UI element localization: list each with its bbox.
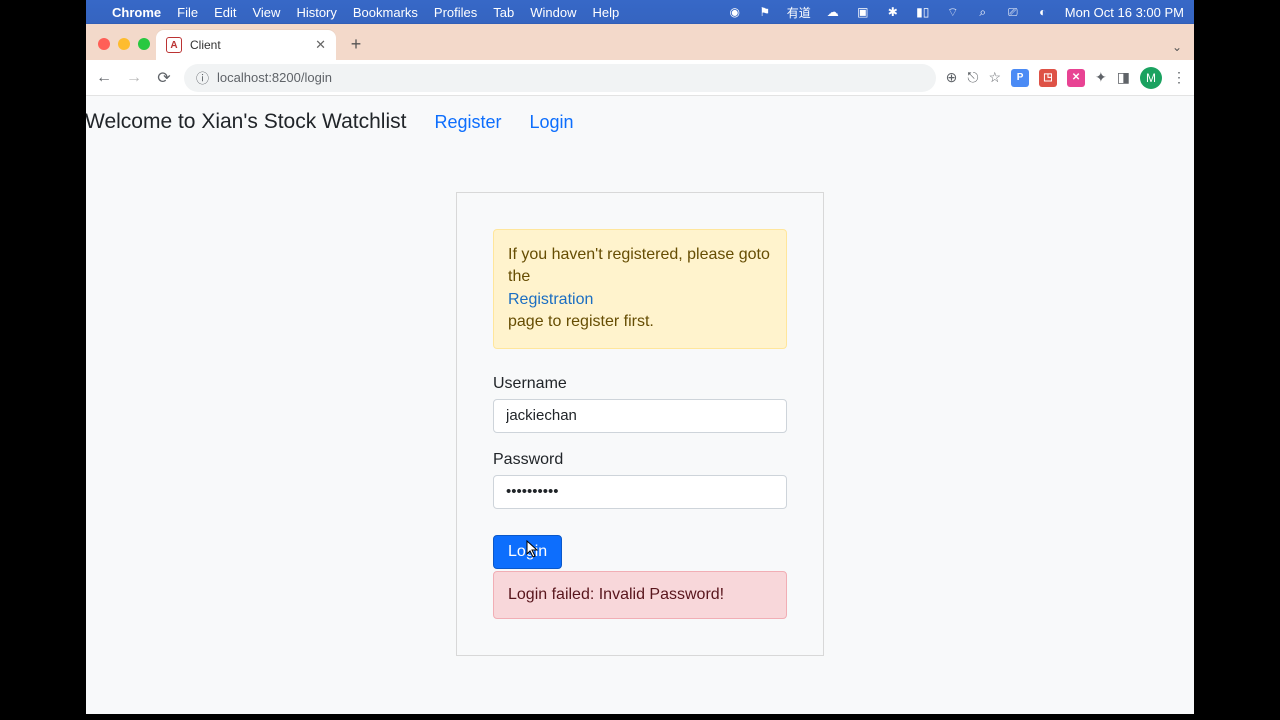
menu-edit[interactable]: Edit [214, 5, 236, 20]
battery-icon[interactable]: ▮▯ [915, 4, 931, 20]
page-content: Welcome to Xian's Stock Watchlist Regist… [86, 96, 1194, 714]
forward-button[interactable]: → [124, 69, 144, 87]
close-window-button[interactable] [98, 38, 110, 50]
nav-login-link[interactable]: Login [529, 112, 573, 133]
wifi-icon[interactable]: ⌔ [945, 4, 961, 20]
extension-icon[interactable]: ◳ [1039, 69, 1057, 87]
bluetooth-icon[interactable]: ✱ [885, 4, 901, 20]
angular-favicon-icon: A [166, 37, 182, 53]
menubar-app-name[interactable]: Chrome [112, 5, 161, 20]
close-tab-icon[interactable]: ✕ [315, 37, 326, 53]
tab-title: Client [190, 38, 221, 52]
extension-icon[interactable]: P [1011, 69, 1029, 87]
nav-register-link[interactable]: Register [434, 112, 501, 133]
extensions-puzzle-icon[interactable]: ✦ [1095, 69, 1107, 86]
app-icon[interactable]: ▣ [855, 4, 871, 20]
menu-tab[interactable]: Tab [493, 5, 514, 20]
notice-text-pre: If you haven't registered, please goto t… [508, 246, 770, 285]
status-icon[interactable]: ⚑ [757, 4, 773, 20]
tabs-dropdown-icon[interactable]: ⌄ [1172, 40, 1186, 54]
share-icon[interactable]: ⎋ [967, 69, 978, 86]
search-icon[interactable]: ⌕ [975, 4, 991, 20]
menu-file[interactable]: File [177, 5, 198, 20]
minimize-window-button[interactable] [118, 38, 130, 50]
chrome-menu-icon[interactable]: ⋮ [1172, 69, 1186, 86]
login-error-alert: Login failed: Invalid Password! [493, 571, 787, 619]
reload-button[interactable]: ⟳ [154, 68, 174, 88]
chrome-window: A Client ✕ + ⌄ ← → ⟳ ⓘ localhost:8200/lo… [86, 24, 1194, 714]
control-center-icon[interactable]: ⎚ [1005, 4, 1021, 20]
site-info-icon[interactable]: ⓘ [196, 68, 209, 87]
menubar-clock[interactable]: Mon Oct 16 3:00 PM [1065, 5, 1184, 20]
browser-tab[interactable]: A Client ✕ [156, 30, 336, 60]
url-field[interactable]: ⓘ localhost:8200/login [184, 64, 936, 92]
menu-view[interactable]: View [252, 5, 280, 20]
record-icon[interactable]: ◉ [727, 4, 743, 20]
app-header: Welcome to Xian's Stock Watchlist Regist… [86, 96, 1194, 144]
url-text: localhost:8200/login [217, 70, 332, 85]
extension-icon[interactable]: ✕ [1067, 69, 1085, 87]
tab-strip: A Client ✕ + ⌄ [86, 24, 1194, 60]
back-button[interactable]: ← [94, 69, 114, 87]
page-title: Welcome to Xian's Stock Watchlist [86, 110, 406, 134]
menu-window[interactable]: Window [530, 5, 576, 20]
status-cn[interactable]: 有道 [787, 4, 811, 21]
address-bar: ← → ⟳ ⓘ localhost:8200/login ⊕ ⎋ ☆ P ◳ ✕… [86, 60, 1194, 96]
menu-bookmarks[interactable]: Bookmarks [353, 5, 418, 20]
username-label: Username [493, 375, 787, 393]
login-card: If you haven't registered, please goto t… [456, 192, 824, 656]
registration-link[interactable]: Registration [508, 291, 593, 308]
zoom-icon[interactable]: ⊕ [946, 69, 958, 86]
login-button[interactable]: Login [493, 535, 562, 569]
window-controls [94, 38, 156, 60]
menu-profiles[interactable]: Profiles [434, 5, 477, 20]
password-label: Password [493, 451, 787, 469]
profile-avatar[interactable]: M [1140, 67, 1162, 89]
fullscreen-window-button[interactable] [138, 38, 150, 50]
password-input[interactable] [493, 475, 787, 509]
sidepanel-icon[interactable]: ◨ [1117, 69, 1130, 86]
registration-notice: If you haven't registered, please goto t… [493, 229, 787, 349]
username-input[interactable] [493, 399, 787, 433]
siri-icon[interactable]: ◐ [1035, 4, 1051, 20]
bookmark-icon[interactable]: ☆ [988, 69, 1001, 86]
notice-text-post: page to register first. [508, 313, 654, 330]
menu-help[interactable]: Help [593, 5, 620, 20]
menu-history[interactable]: History [296, 5, 336, 20]
new-tab-button[interactable]: + [342, 30, 370, 58]
cloud-icon[interactable]: ☁ [825, 4, 841, 20]
macos-menubar: Chrome File Edit View History Bookmarks … [86, 0, 1194, 24]
